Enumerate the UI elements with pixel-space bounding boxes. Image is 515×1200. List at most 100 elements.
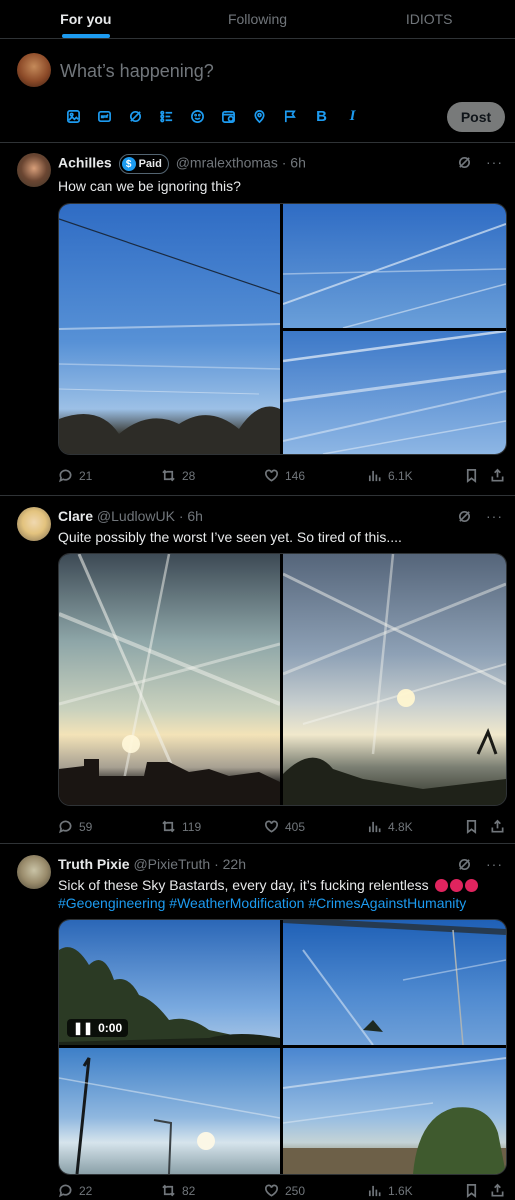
pause-icon[interactable]: ❚❚ <box>73 1021 93 1035</box>
reply-icon <box>59 469 72 483</box>
tab-for-you[interactable]: For you <box>0 0 172 38</box>
media-image[interactable] <box>283 554 506 805</box>
user-avatar[interactable] <box>17 53 51 87</box>
views-icon <box>368 821 381 833</box>
share-icon <box>491 468 504 482</box>
views-icon <box>368 470 381 482</box>
contrail-lines <box>283 331 506 454</box>
share-icon <box>491 819 504 833</box>
avatar[interactable] <box>17 855 51 889</box>
location-icon[interactable] <box>244 105 275 127</box>
timeline-tabs: For you Following IDIOTS <box>0 0 515 39</box>
media-image[interactable] <box>283 204 506 328</box>
handle-time[interactable]: @LudlowUK · 6h <box>97 508 203 524</box>
contrail-lines <box>59 554 280 805</box>
repost-button[interactable]: 28 <box>161 468 264 483</box>
more-icon[interactable]: ··· <box>486 508 503 524</box>
poll-icon[interactable] <box>151 105 182 127</box>
media-image[interactable] <box>283 331 506 454</box>
bookmark-icon <box>466 820 477 834</box>
tweet-media[interactable] <box>58 203 507 455</box>
like-button[interactable]: 250 <box>264 1183 367 1198</box>
tweet-top-icons: ··· <box>457 508 503 524</box>
reply-button[interactable]: 59 <box>58 819 161 834</box>
compose-toolbar: B I <box>58 105 368 127</box>
flag-icon[interactable] <box>275 105 306 127</box>
more-icon[interactable]: ··· <box>486 154 503 170</box>
reply-icon <box>59 820 72 834</box>
bookmark-icon <box>466 1184 477 1198</box>
compose-input[interactable]: What’s happening? <box>60 61 214 82</box>
tweet-media[interactable] <box>58 553 507 806</box>
tweet[interactable]: Achilles $ Paid @mralexthomas · 6h ··· Ho… <box>0 142 515 496</box>
contrail-lines <box>59 218 280 454</box>
bookmark-button[interactable] <box>464 819 490 834</box>
compose-box: What’s happening? B I Post <box>0 39 515 143</box>
like-button[interactable]: 405 <box>264 819 367 834</box>
share-button[interactable] <box>490 1183 505 1198</box>
repost-icon <box>162 1184 175 1197</box>
handle-time[interactable]: @PixieTruth · 22h <box>133 856 246 872</box>
streetlight-scene <box>59 1057 280 1174</box>
views-button[interactable]: 1.6K <box>367 1183 464 1198</box>
bookmark-button[interactable] <box>464 1183 490 1198</box>
reply-button[interactable]: 22 <box>58 1183 161 1198</box>
repost-button[interactable]: 119 <box>161 819 264 834</box>
contrail-lines <box>283 554 506 805</box>
tweet[interactable]: Clare @LudlowUK · 6h ··· Quite possibly … <box>0 496 515 844</box>
gif-icon[interactable] <box>89 105 120 127</box>
grok-icon[interactable] <box>120 105 151 127</box>
bookmark-button[interactable] <box>464 468 490 483</box>
tweet-header: Truth Pixie @PixieTruth · 22h <box>58 856 246 872</box>
angry-face-icon <box>464 879 478 892</box>
grok-icon[interactable] <box>457 155 472 170</box>
media-image[interactable] <box>283 920 506 1045</box>
tweet-actions: 22 82 250 1.6K <box>58 1183 505 1198</box>
grok-icon[interactable] <box>457 509 472 524</box>
author-name[interactable]: Clare <box>58 508 93 524</box>
heart-icon <box>265 469 278 482</box>
author-name[interactable]: Truth Pixie <box>58 856 130 872</box>
schedule-icon[interactable] <box>213 105 244 127</box>
media-image[interactable] <box>59 554 280 805</box>
grok-icon[interactable] <box>457 857 472 872</box>
hashtags[interactable]: #Geoengineering #WeatherModification #Cr… <box>58 895 466 911</box>
tab-following[interactable]: Following <box>172 0 344 38</box>
views-button[interactable]: 4.8K <box>367 819 464 834</box>
angry-face-icon <box>434 879 448 892</box>
avatar[interactable] <box>17 153 51 187</box>
bold-icon[interactable]: B <box>306 105 337 127</box>
tweet[interactable]: Truth Pixie @PixieTruth · 22h ··· Sick o… <box>0 844 515 1200</box>
heart-icon <box>265 820 278 833</box>
heart-icon <box>265 1184 278 1197</box>
tweet-media[interactable]: ❚❚ 0:00 <box>58 919 507 1175</box>
share-icon <box>491 1183 504 1197</box>
paid-badge: $ Paid <box>118 154 169 174</box>
views-icon <box>368 1185 381 1197</box>
italic-icon[interactable]: I <box>337 105 368 127</box>
repost-icon <box>162 820 175 833</box>
media-image[interactable] <box>59 204 280 454</box>
handle-time[interactable]: @mralexthomas · 6h <box>176 155 306 171</box>
media-image[interactable] <box>59 1048 280 1174</box>
share-button[interactable] <box>490 819 505 834</box>
dollar-icon: $ <box>121 157 136 171</box>
media-image[interactable] <box>283 1048 506 1174</box>
angry-face-icon <box>449 879 463 892</box>
author-name[interactable]: Achilles <box>58 155 112 171</box>
emoji-icon[interactable] <box>182 105 213 127</box>
tweet-top-icons: ··· <box>457 154 503 170</box>
avatar[interactable] <box>17 507 51 541</box>
more-icon[interactable]: ··· <box>486 856 503 872</box>
repost-button[interactable]: 82 <box>161 1183 264 1198</box>
media-video-frame[interactable]: ❚❚ 0:00 <box>59 920 280 1045</box>
tweet-top-icons: ··· <box>457 856 503 872</box>
reply-button[interactable]: 21 <box>58 468 161 483</box>
tab-idiots[interactable]: IDIOTS <box>343 0 515 38</box>
views-button[interactable]: 6.1K <box>367 468 464 483</box>
post-button[interactable]: Post <box>447 102 505 132</box>
image-icon[interactable] <box>58 105 89 127</box>
tweet-header: Clare @LudlowUK · 6h <box>58 508 203 524</box>
share-button[interactable] <box>490 468 505 483</box>
like-button[interactable]: 146 <box>264 468 367 483</box>
